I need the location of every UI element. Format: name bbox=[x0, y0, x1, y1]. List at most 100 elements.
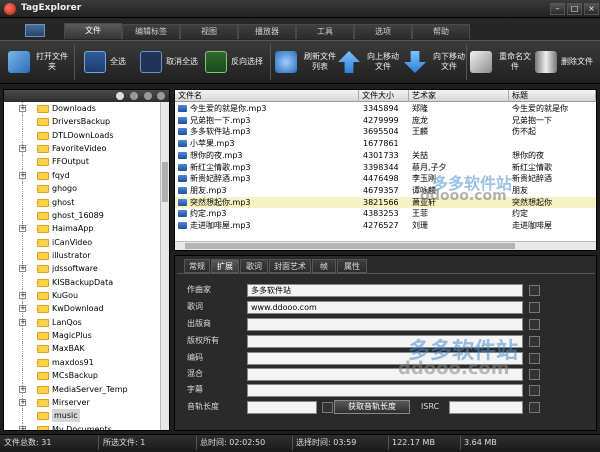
tree-node[interactable]: MCsBackup bbox=[4, 369, 169, 383]
column-filename[interactable]: 文件名 bbox=[175, 90, 359, 102]
maximize-button[interactable]: □ bbox=[567, 3, 582, 15]
tab-edit-tags[interactable]: 编辑标签 bbox=[122, 24, 180, 39]
tree-node[interactable]: + FavoriteVideo bbox=[4, 142, 169, 156]
tab-lyrics[interactable]: 歌词 bbox=[240, 259, 268, 273]
file-row[interactable]: 小苹果.mp3 1677861 bbox=[175, 138, 596, 150]
subtitle-field[interactable] bbox=[247, 384, 523, 397]
move-up-button[interactable]: 向上移动文件 bbox=[338, 45, 402, 79]
composer-checkbox[interactable] bbox=[529, 285, 540, 296]
tab-cover-art[interactable]: 封面艺术 bbox=[269, 259, 311, 273]
tree-node[interactable]: + fqyd bbox=[4, 168, 169, 183]
deselect-all-button[interactable]: 取消全选 bbox=[140, 45, 198, 79]
tree-node[interactable]: + My Documents bbox=[4, 422, 169, 430]
tab-extended[interactable]: 扩展 bbox=[211, 259, 239, 273]
track-length-checkbox[interactable] bbox=[322, 402, 333, 413]
publisher-checkbox[interactable] bbox=[529, 319, 540, 330]
file-row[interactable]: 新贵妃醉酒.mp3 4476498 李玉刚 新贵妃醉酒 bbox=[175, 173, 596, 185]
tree-node[interactable]: DriversBackup bbox=[4, 115, 169, 129]
file-row[interactable]: 兄弟抱一下.mp3 4279999 庞龙 兄弟抱一下 bbox=[175, 115, 596, 127]
file-list-hscrollbar[interactable] bbox=[175, 241, 596, 250]
expand-icon[interactable]: + bbox=[19, 318, 26, 326]
tree-node[interactable]: music bbox=[4, 409, 169, 423]
expand-icon[interactable]: + bbox=[19, 385, 26, 393]
quick-menu-icon[interactable] bbox=[25, 24, 45, 37]
lyrics-field[interactable]: www.ddooo.com bbox=[247, 301, 523, 314]
tree-node[interactable]: maxdos91 bbox=[4, 355, 169, 370]
file-row[interactable]: 突然想起你.mp3 3821566 萧亚轩 突然想起你 bbox=[175, 196, 596, 209]
tab-player[interactable]: 播放器 bbox=[238, 24, 296, 39]
isrc-field[interactable] bbox=[449, 401, 523, 414]
tree-node[interactable]: FFOutput bbox=[4, 155, 169, 169]
scroll-thumb[interactable] bbox=[162, 162, 168, 202]
tree-node[interactable]: ghost bbox=[4, 195, 169, 209]
delete-file-button[interactable]: 删除文件 bbox=[535, 45, 593, 79]
tree-node[interactable]: + KuGou bbox=[4, 289, 169, 303]
tree-node[interactable]: iCanVideo bbox=[4, 235, 169, 249]
tree-node[interactable]: ghost_16089 bbox=[4, 208, 169, 223]
tab-file[interactable]: 文件 bbox=[64, 23, 122, 39]
scroll-thumb[interactable] bbox=[185, 243, 515, 249]
file-row[interactable]: 多多软件站.mp3 3695504 王麟 伤不起 bbox=[175, 126, 596, 138]
tree-node[interactable]: MaxBAK bbox=[4, 342, 169, 356]
column-artist[interactable]: 艺术家 bbox=[409, 90, 509, 102]
tree-node[interactable]: + Mirserver bbox=[4, 395, 169, 410]
tree-node[interactable]: + Downloads bbox=[4, 102, 169, 116]
refresh-tree-icon[interactable] bbox=[130, 92, 138, 100]
tree-node[interactable]: MagicPlus bbox=[4, 329, 169, 343]
tree-node[interactable]: ghogo bbox=[4, 182, 169, 196]
tree-node[interactable]: + KwDownload bbox=[4, 302, 169, 316]
open-folder-button[interactable]: 打开文件夹 bbox=[8, 45, 70, 79]
file-row[interactable]: 朋友.mp3 4679357 谭咏麟 朋友 bbox=[175, 185, 596, 197]
expand-icon[interactable]: + bbox=[19, 171, 26, 179]
expand-icon[interactable]: + bbox=[19, 225, 26, 233]
tab-help[interactable]: 帮助 bbox=[412, 24, 470, 39]
tab-view[interactable]: 视图 bbox=[180, 24, 238, 39]
tree-node[interactable]: illustrator bbox=[4, 248, 169, 263]
minimize-button[interactable]: – bbox=[550, 3, 565, 15]
close-button[interactable]: × bbox=[584, 3, 599, 15]
tab-options[interactable]: 选项 bbox=[354, 24, 412, 39]
tree-node[interactable]: + jdssoftware bbox=[4, 262, 169, 276]
expand-icon[interactable]: + bbox=[19, 145, 26, 153]
close-panel-icon[interactable] bbox=[157, 92, 165, 100]
select-all-button[interactable]: 全选 bbox=[84, 45, 126, 79]
tree-node[interactable]: + LanQos bbox=[4, 315, 169, 330]
tree-scrollbar[interactable] bbox=[160, 102, 169, 430]
expand-icon[interactable]: + bbox=[19, 398, 26, 406]
publisher-field[interactable] bbox=[247, 318, 523, 331]
lyrics-checkbox[interactable] bbox=[529, 302, 540, 313]
get-track-length-button[interactable]: 获取音轨长度 bbox=[334, 400, 410, 414]
tab-tools[interactable]: 工具 bbox=[296, 24, 354, 39]
rename-file-button[interactable]: 重命名文件 bbox=[470, 45, 534, 79]
expand-icon[interactable]: + bbox=[19, 425, 26, 430]
copyright-checkbox[interactable] bbox=[529, 336, 540, 347]
file-row[interactable]: 约定.mp3 4383253 王菲 约定 bbox=[175, 208, 596, 220]
track-length-field[interactable] bbox=[247, 401, 317, 414]
refresh-list-button[interactable]: 刷新文件列表 bbox=[275, 45, 339, 79]
expand-icon[interactable]: + bbox=[19, 265, 26, 273]
clock-icon[interactable] bbox=[116, 92, 124, 100]
tab-properties[interactable]: 属性 bbox=[337, 259, 367, 273]
file-row[interactable]: 今生爱的就是你.mp3 3345894 郑隆 今生爱的就是你 bbox=[175, 103, 596, 115]
tree-node[interactable]: DTLDownLoads bbox=[4, 128, 169, 143]
invert-selection-button[interactable]: 反向选择 bbox=[205, 45, 263, 79]
expand-icon[interactable]: + bbox=[19, 105, 26, 112]
tree-node[interactable]: + MediaServer_Temp bbox=[4, 382, 169, 396]
expand-icon[interactable]: + bbox=[19, 305, 26, 313]
encoder-checkbox[interactable] bbox=[529, 353, 540, 364]
isrc-checkbox[interactable] bbox=[529, 402, 540, 413]
tree-node[interactable]: + HaimaApp bbox=[4, 222, 169, 236]
back-icon[interactable] bbox=[144, 92, 152, 100]
tree-node[interactable]: KISBackupData bbox=[4, 275, 169, 290]
tab-frames[interactable]: 帧 bbox=[312, 259, 336, 273]
expand-icon[interactable]: + bbox=[19, 292, 26, 300]
file-row[interactable]: 走进咖啡屋.mp3 4276527 刘珊 走进咖啡屋 bbox=[175, 220, 596, 232]
move-down-button[interactable]: 向下移动文件 bbox=[404, 45, 468, 79]
subtitle-checkbox[interactable] bbox=[529, 385, 540, 396]
tab-general[interactable]: 常规 bbox=[184, 259, 210, 273]
file-row[interactable]: 新红尘情歌.mp3 3398344 蔡月,子夕 新红尘情歌 bbox=[175, 162, 596, 174]
column-filesize[interactable]: 文件大小 bbox=[359, 90, 409, 102]
composer-field[interactable]: 多多软件站 bbox=[247, 284, 523, 297]
mix-checkbox[interactable] bbox=[529, 369, 540, 380]
column-title[interactable]: 标题 bbox=[509, 90, 596, 102]
